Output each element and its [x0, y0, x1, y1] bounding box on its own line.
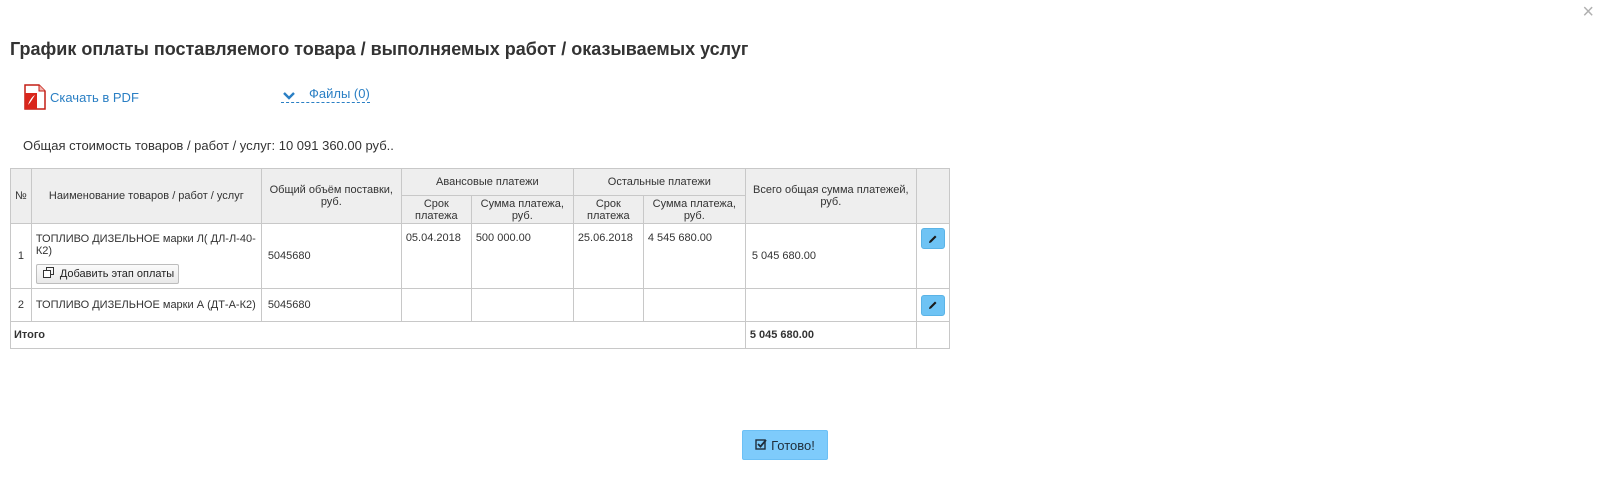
row-other-sum: 4 545 680.00: [642, 223, 746, 289]
header-name: Наименование товаров / работ / услуг: [30, 168, 262, 224]
row-volume: 5045680: [260, 223, 402, 289]
chevron-down-icon: [283, 89, 295, 100]
footer-actions: [915, 321, 950, 349]
row-advance-sum: [470, 288, 574, 322]
table-row: 2 ТОПЛИВО ДИЗЕЛЬНОЕ марки А (ДТ-А-К2) 50…: [10, 288, 950, 322]
row-other-date: 25.06.2018: [572, 223, 644, 289]
row-volume: 5045680: [260, 288, 402, 322]
header-actions: [915, 168, 950, 224]
row-name-cell: ТОПЛИВО ДИЗЕЛЬНОЕ марки Л( ДЛ-Л-40-К2) Д…: [30, 223, 262, 289]
done-label[interactable]: Готово!: [771, 438, 815, 453]
copy-icon: [42, 267, 54, 281]
header-other-date: Срок платежа: [572, 195, 644, 224]
row-advance-date: 05.04.2018: [400, 223, 472, 289]
edit-row-button[interactable]: [920, 294, 945, 316]
table-footer-row: Итого 5 045 680.00: [10, 321, 950, 349]
pencil-icon: [928, 235, 937, 243]
files-label[interactable]: Файлы (0): [309, 86, 370, 101]
row-name: ТОПЛИВО ДИЗЕЛЬНОЕ марки Л( ДЛ-Л-40-К2): [35, 233, 256, 257]
check-square-icon: [755, 438, 767, 453]
add-payment-stage-label: Добавить этап оплаты: [59, 268, 175, 280]
files-toggle[interactable]: Файлы (0): [281, 86, 370, 103]
footer-total: 5 045 680.00: [744, 321, 917, 349]
header-other-sum: Сумма платежа, руб.: [642, 195, 746, 224]
header-total: Всего общая сумма платежей, руб.: [744, 168, 917, 224]
close-icon[interactable]: ×: [1582, 2, 1594, 22]
footer-label: Итого: [10, 321, 746, 349]
add-payment-stage-button[interactable]: Добавить этап оплаты: [35, 264, 180, 284]
row-other-sum: [642, 288, 746, 322]
header-advance-sum: Сумма платежа, руб.: [470, 195, 574, 224]
row-num: 2: [10, 288, 32, 322]
download-pdf-label[interactable]: Скачать в PDF: [50, 90, 139, 105]
table-row: 1 ТОПЛИВО ДИЗЕЛЬНОЕ марки Л( ДЛ-Л-40-К2)…: [10, 223, 950, 289]
payment-schedule-table: № Наименование товаров / работ / услуг О…: [10, 168, 950, 349]
header-num: №: [10, 168, 32, 224]
edit-row-button[interactable]: [920, 228, 945, 249]
row-advance-date: [400, 288, 472, 322]
row-name: ТОПЛИВО ДИЗЕЛЬНОЕ марки А (ДТ-А-К2): [30, 288, 262, 322]
row-total: [744, 288, 917, 322]
row-other-date: [572, 288, 644, 322]
pdf-file-icon: [24, 84, 46, 110]
done-button[interactable]: Готово!: [742, 430, 828, 460]
row-num: 1: [10, 223, 32, 289]
header-advance-date: Срок платежа: [400, 195, 472, 224]
row-total: 5 045 680.00: [744, 223, 917, 289]
download-pdf-link[interactable]: Скачать в PDF: [24, 84, 139, 110]
dialog-title: График оплаты поставляемого товара / вып…: [10, 39, 749, 59]
total-cost-text: Общая стоимость товаров / работ / услуг:…: [23, 138, 394, 153]
header-volume: Общий объём поставки, руб.: [260, 168, 402, 224]
row-actions: [915, 223, 950, 289]
header-advance-payments: Авансовые платежи: [400, 168, 574, 196]
pencil-icon: [928, 301, 937, 309]
row-actions: [915, 288, 950, 322]
header-other-payments: Остальные платежи: [572, 168, 746, 196]
row-advance-sum: 500 000.00: [470, 223, 574, 289]
